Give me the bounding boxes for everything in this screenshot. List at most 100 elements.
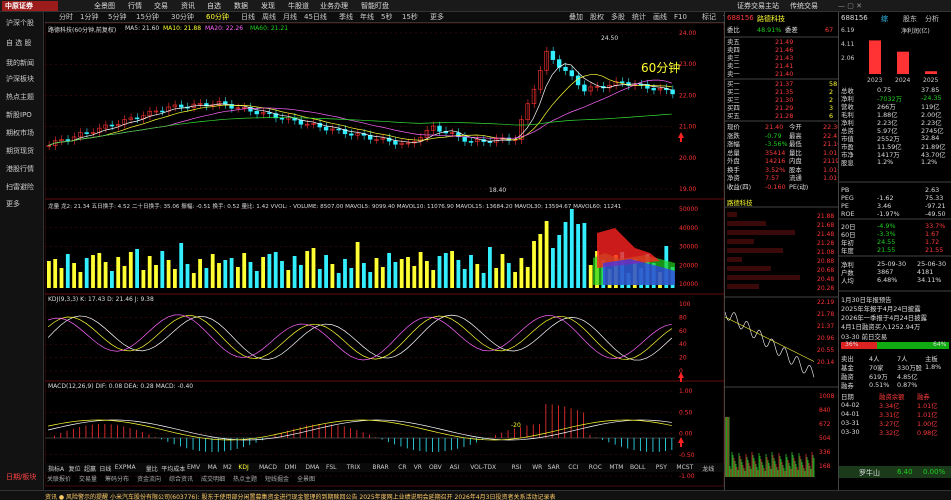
- tab-tool-1[interactable]: 股权: [590, 13, 604, 22]
- indicator-tab-8[interactable]: MA: [208, 464, 217, 471]
- indicator-tab-23[interactable]: WR: [532, 464, 542, 471]
- fund-tab-0[interactable]: 综: [881, 14, 888, 24]
- sidebar-item-date[interactable]: 日期/板块: [6, 472, 36, 482]
- indicator-tab-7[interactable]: EMV: [187, 464, 200, 471]
- menu-panorama[interactable]: 全景图: [94, 1, 115, 11]
- menu-discover[interactable]: 发现: [261, 1, 275, 11]
- indicator-tab-29[interactable]: PSY: [656, 464, 667, 471]
- sidebar-item-hk[interactable]: 港股行情: [6, 164, 34, 174]
- tab-period-5[interactable]: 60分钟: [206, 13, 229, 22]
- fund-note[interactable]: 1月30日年报预告: [841, 295, 892, 304]
- indicator-tab-4[interactable]: EXPMA: [115, 464, 136, 471]
- indicator-tab-28[interactable]: BOLL: [630, 464, 645, 471]
- indicator-tab-30[interactable]: MCST: [676, 464, 693, 471]
- tab-tool-4[interactable]: 画线: [653, 13, 667, 22]
- indicator-tab-3[interactable]: 日线: [99, 464, 111, 473]
- bottom-tab-7[interactable]: 短线掘金: [265, 474, 289, 483]
- sidebar-item-themes[interactable]: 热点主题: [6, 92, 34, 102]
- tab-period-13[interactable]: 15秒: [402, 13, 418, 22]
- menu-news[interactable]: 资讯: [181, 1, 195, 11]
- sidebar-item-futures[interactable]: 期货现货: [6, 146, 34, 156]
- indicator-tab-19[interactable]: OBV: [429, 464, 442, 471]
- indicator-tab-18[interactable]: VR: [414, 464, 422, 471]
- menu-smart-watch[interactable]: 智能盯盘: [361, 1, 389, 11]
- bottom-tab-5[interactable]: 成交明细: [201, 474, 225, 483]
- sidebar-item-watchlist[interactable]: 自 选 股: [6, 38, 31, 48]
- indicator-tab-11[interactable]: MACD: [259, 464, 277, 471]
- kline-chart-area[interactable]: 24.00 23.00 22.00 21.00 20.00 19.00 50000 40000…: [45, 23, 724, 490]
- tab-period-10[interactable]: 季线: [339, 13, 353, 22]
- bottom-tab-4[interactable]: 综合资讯: [169, 474, 193, 483]
- indicator-tab-13[interactable]: DMA: [305, 464, 319, 471]
- indicator-tab-20[interactable]: ASI: [450, 464, 460, 471]
- tab-period-3[interactable]: 15分钟: [136, 13, 159, 22]
- menu-watchlist[interactable]: 自选: [207, 1, 221, 11]
- indicator-tab-14[interactable]: FSL: [326, 464, 337, 471]
- fund-tab-2[interactable]: 分析: [925, 14, 939, 24]
- fund-note[interactable]: 2025年年报于4月24日披露: [841, 304, 921, 313]
- menu-business[interactable]: 业务办理: [320, 1, 348, 11]
- bottom-tab-8[interactable]: 全景图: [297, 474, 315, 483]
- menu-classic-trade[interactable]: 传统交易: [790, 1, 818, 11]
- indicator-tab-15[interactable]: TRIX: [347, 464, 361, 471]
- indicator-tab-16[interactable]: BRAR: [372, 464, 388, 471]
- tab-period-2[interactable]: 5分钟: [108, 13, 126, 22]
- tab-tool-0[interactable]: 叠加: [569, 13, 583, 22]
- tab-period-4[interactable]: 30分钟: [171, 13, 194, 22]
- tab-tool-5[interactable]: F10: [674, 13, 687, 22]
- tab-period-7[interactable]: 周线: [262, 13, 276, 22]
- indicator-tab-21[interactable]: VOL-TDX: [470, 464, 496, 471]
- window-controls[interactable]: — ▢ ✕: [838, 1, 862, 11]
- tab-period-9[interactable]: 45日线: [304, 13, 327, 22]
- news-ticker[interactable]: 资讯 ● 风险警示的提醒 小米汽车股份有限公司(603776): 股东于使用部分…: [45, 492, 555, 500]
- tab-period-1[interactable]: 1分钟: [80, 13, 98, 22]
- tab-period-14[interactable]: 更多: [430, 13, 444, 22]
- sidebar-item-options[interactable]: 期权市场: [6, 128, 34, 138]
- menu-trade-main[interactable]: 证券交易主站: [737, 1, 779, 11]
- indicator-tab-6[interactable]: 平均成本: [161, 464, 185, 473]
- tab-tool-3[interactable]: 统计: [632, 13, 646, 22]
- fund-note[interactable]: 2026年一季报于4月24日披露: [841, 313, 927, 322]
- macd-pane-tick: 1.00: [679, 388, 693, 395]
- indicator-tab-1[interactable]: 复位: [69, 464, 81, 473]
- bottom-stock-name[interactable]: 罗牛山: [859, 468, 880, 478]
- indicator-tab-22[interactable]: RSI: [512, 464, 522, 471]
- tab-tool-2[interactable]: 多股: [611, 13, 625, 22]
- tab-period-11[interactable]: 年线: [360, 13, 374, 22]
- indicator-tab-5[interactable]: 量比: [146, 464, 158, 473]
- tab-period-12[interactable]: 5秒: [381, 13, 392, 22]
- indicator-tab-24[interactable]: SAR: [548, 464, 560, 471]
- bottom-tab-3[interactable]: 资金流向: [137, 474, 161, 483]
- tab-period-8[interactable]: 月线: [283, 13, 297, 22]
- indicator-tab-25[interactable]: CCI: [568, 464, 578, 471]
- indicator-tab-0[interactable]: 指标A: [48, 464, 64, 473]
- indicator-tab-9[interactable]: M2: [223, 464, 232, 471]
- menu-niugudao[interactable]: 牛股道: [288, 1, 309, 11]
- menu-trade[interactable]: 交易: [154, 1, 168, 11]
- indicator-tab-26[interactable]: ROC: [589, 464, 602, 471]
- sidebar-item-sectors[interactable]: 沪深板块: [6, 74, 34, 84]
- menu-data[interactable]: 数据: [234, 1, 248, 11]
- sidebar-item-ipo[interactable]: 新股IPO: [6, 110, 32, 120]
- fund-tab-1[interactable]: 股东: [903, 14, 917, 24]
- tab-tool-6[interactable]: 标记: [702, 13, 716, 22]
- indicator-tab-31[interactable]: 龙线: [702, 464, 714, 473]
- bottom-tab-2[interactable]: 筹码分布: [105, 474, 129, 483]
- sidebar-item-hs-stocks[interactable]: 沪深个股: [6, 18, 34, 28]
- indicator-tab-2[interactable]: 超赢: [84, 464, 96, 473]
- bottom-tab-0[interactable]: 关联报价: [47, 474, 71, 483]
- bottom-tab-6[interactable]: 热点主题: [233, 474, 257, 483]
- tab-period-6[interactable]: 日线: [241, 13, 255, 22]
- tab-period-0[interactable]: 分时: [59, 13, 73, 22]
- fund-note[interactable]: 4月1日融资买入1252.94万: [841, 322, 920, 331]
- sidebar-item-more[interactable]: 更多: [6, 199, 20, 209]
- indicator-tab-17[interactable]: CR: [398, 464, 406, 471]
- sidebar-item-risk[interactable]: 扫雷避险: [6, 182, 34, 192]
- indicator-tab-12[interactable]: DMI: [285, 464, 297, 471]
- sidebar-item-news[interactable]: 我的新闻: [6, 58, 34, 68]
- indicator-tab-10[interactable]: KDJ: [238, 464, 248, 471]
- candle-body: [487, 141, 493, 143]
- bottom-tab-1[interactable]: 交易量: [79, 474, 97, 483]
- menu-market[interactable]: 行情: [128, 1, 142, 11]
- indicator-tab-27[interactable]: MTM: [609, 464, 623, 471]
